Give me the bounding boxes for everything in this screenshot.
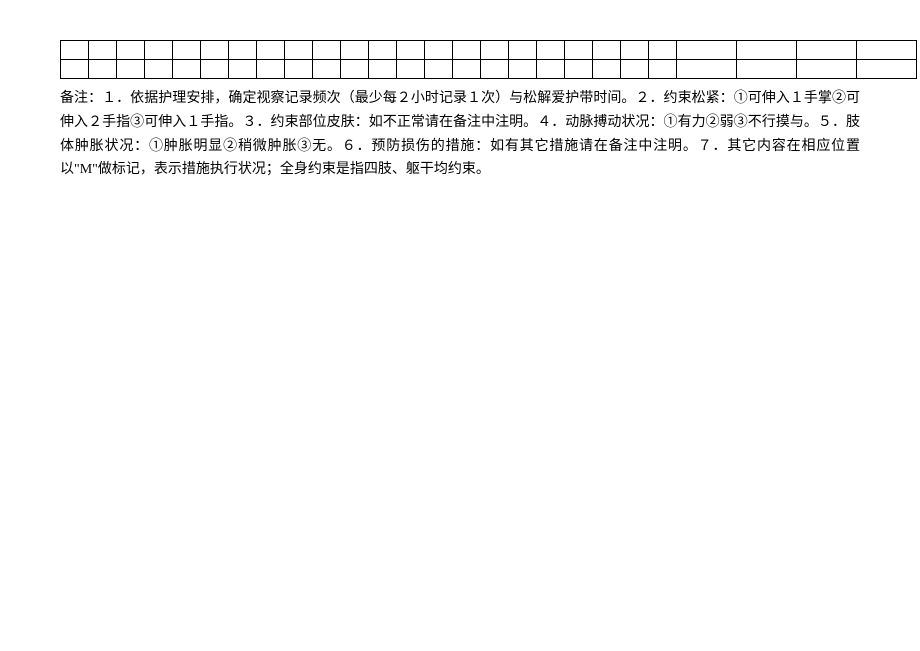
table-cell <box>857 41 917 60</box>
table-cell <box>145 60 173 79</box>
table-cell <box>453 60 481 79</box>
table-cell <box>257 41 285 60</box>
table-cell <box>509 41 537 60</box>
blank-grid-table <box>60 40 860 79</box>
table-cell <box>285 41 313 60</box>
table-cell <box>737 41 797 60</box>
table-cell <box>425 60 453 79</box>
table-cell <box>621 41 649 60</box>
table-cell <box>737 60 797 79</box>
table-cell <box>145 41 173 60</box>
table-cell <box>341 60 369 79</box>
table-cell <box>173 60 201 79</box>
table-cell <box>649 60 677 79</box>
table-cell <box>397 41 425 60</box>
table-cell <box>797 60 857 79</box>
table-cell <box>89 41 117 60</box>
table-cell <box>857 60 917 79</box>
table-cell <box>593 41 621 60</box>
table-cell <box>369 60 397 79</box>
table-cell <box>117 41 145 60</box>
table-cell <box>61 41 89 60</box>
table-cell <box>201 41 229 60</box>
table-cell <box>313 60 341 79</box>
table-cell <box>89 60 117 79</box>
table-cell <box>481 60 509 79</box>
table-row <box>61 41 917 60</box>
table-cell <box>797 41 857 60</box>
table-cell <box>593 60 621 79</box>
table-row <box>61 60 917 79</box>
table-cell <box>61 60 89 79</box>
table-cell <box>285 60 313 79</box>
table-cell <box>397 60 425 79</box>
table-cell <box>257 60 285 79</box>
table-cell <box>677 41 737 60</box>
table-cell <box>481 41 509 60</box>
notes-content: １．依据护理安排，确定视察记录频次（最少每２小时记录１次）与松解爱护带时间。２．… <box>60 91 860 177</box>
table-cell <box>201 60 229 79</box>
table-cell <box>341 41 369 60</box>
table-cell <box>117 60 145 79</box>
table-cell <box>313 41 341 60</box>
table-cell <box>649 41 677 60</box>
table-cell <box>425 41 453 60</box>
table-cell <box>677 60 737 79</box>
table-cell <box>509 60 537 79</box>
table-cell <box>621 60 649 79</box>
table-cell <box>537 41 565 60</box>
table-cell <box>173 41 201 60</box>
table-cell <box>369 41 397 60</box>
notes-prefix: 备注： <box>60 91 102 106</box>
table-cell <box>565 41 593 60</box>
table-cell <box>229 41 257 60</box>
notes-paragraph: 备注：１．依据护理安排，确定视察记录频次（最少每２小时记录１次）与松解爱护带时间… <box>60 87 860 182</box>
table-cell <box>229 60 257 79</box>
table-cell <box>453 41 481 60</box>
table-cell <box>537 60 565 79</box>
table-cell <box>565 60 593 79</box>
grid-table <box>60 40 917 79</box>
